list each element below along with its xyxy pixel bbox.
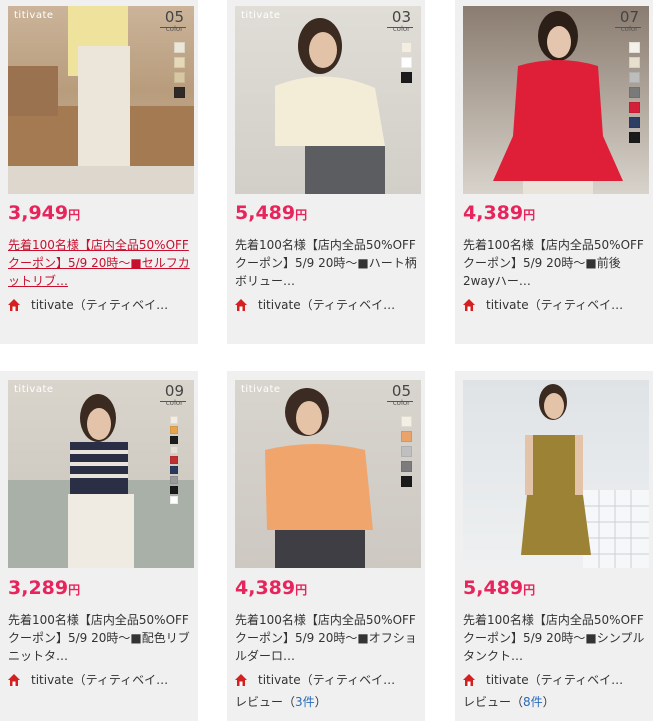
color-count: 05 color bbox=[164, 8, 184, 33]
product-title-link[interactable]: 先着100名様【店内全品50%OFFクーポン】5/9 20時～■ハート柄ボリュー… bbox=[235, 236, 421, 290]
brand-mark: titivate bbox=[14, 10, 54, 21]
product-image[interactable]: titivate 05 color bbox=[8, 6, 194, 194]
shop-name: titivate（ティティベイ… bbox=[31, 298, 169, 312]
home-icon bbox=[463, 298, 475, 311]
review-count[interactable]: 8件 bbox=[523, 695, 543, 709]
product-card[interactable]: 5,489円 先着100名様【店内全品50%OFFクーポン】5/9 20時～■シ… bbox=[455, 371, 653, 721]
price: 5,489円 bbox=[463, 577, 536, 599]
product-image[interactable]: 07 color bbox=[463, 6, 649, 194]
divider bbox=[615, 27, 641, 28]
divider bbox=[160, 27, 186, 28]
home-icon bbox=[235, 298, 247, 311]
price: 3,949円 bbox=[8, 202, 81, 224]
home-icon bbox=[8, 298, 20, 311]
brand-mark: titivate bbox=[14, 384, 54, 395]
swatch bbox=[629, 117, 640, 128]
color-count: 03 color bbox=[391, 8, 411, 33]
price: 5,489円 bbox=[235, 202, 308, 224]
swatch bbox=[629, 57, 640, 68]
model-figure bbox=[265, 388, 373, 568]
swatch bbox=[170, 476, 178, 484]
swatch bbox=[174, 87, 185, 98]
product-title-link[interactable]: 先着100名様【店内全品50%OFFクーポン】5/9 20時～■オフショルダーロ… bbox=[235, 611, 421, 665]
swatch bbox=[629, 72, 640, 83]
shop-link[interactable]: titivate（ティティベイ… bbox=[463, 296, 623, 313]
brand-mark: titivate bbox=[241, 10, 281, 21]
product-card[interactable]: titivate 05 color 3,949円 先着100名様【店内全品50%O… bbox=[0, 0, 198, 344]
product-title-link[interactable]: 先着100名様【店内全品50%OFFクーポン】5/9 20時～■シンプルタンクト… bbox=[463, 611, 649, 665]
product-image[interactable]: titivate 09 color bbox=[8, 380, 194, 568]
shop-link[interactable]: titivate（ティティベイ… bbox=[8, 296, 168, 313]
shop-name: titivate（ティティベイ… bbox=[31, 673, 169, 687]
price: 3,289円 bbox=[8, 577, 81, 599]
model-figure bbox=[275, 18, 385, 194]
swatch bbox=[401, 416, 412, 427]
swatch bbox=[174, 42, 185, 53]
swatch bbox=[170, 416, 178, 424]
swatch bbox=[170, 466, 178, 474]
home-icon bbox=[8, 673, 20, 686]
color-swatches bbox=[401, 416, 412, 491]
shop-name: titivate（ティティベイ… bbox=[258, 298, 396, 312]
swatch bbox=[170, 456, 178, 464]
swatch bbox=[629, 87, 640, 98]
color-swatches bbox=[170, 416, 184, 506]
model-figure bbox=[8, 394, 194, 568]
shop-name: titivate（ティティベイ… bbox=[486, 673, 624, 687]
model-figure bbox=[521, 384, 649, 568]
review-link[interactable]: レビュー（8件） bbox=[463, 693, 555, 710]
color-swatches bbox=[174, 42, 185, 102]
swatch bbox=[174, 72, 185, 83]
shop-name: titivate（ティティベイ… bbox=[486, 298, 624, 312]
model-figure bbox=[493, 11, 623, 194]
swatch bbox=[401, 57, 412, 68]
shop-link[interactable]: titivate（ティティベイ… bbox=[235, 671, 395, 688]
swatch bbox=[170, 496, 178, 504]
product-image[interactable] bbox=[463, 380, 649, 568]
shop-link[interactable]: titivate（ティティベイ… bbox=[8, 671, 168, 688]
divider bbox=[387, 27, 413, 28]
swatch bbox=[170, 446, 178, 454]
home-icon bbox=[235, 673, 247, 686]
swatch bbox=[629, 102, 640, 113]
swatch bbox=[170, 436, 178, 444]
review-count[interactable]: 3件 bbox=[295, 695, 315, 709]
shop-link[interactable]: titivate（ティティベイ… bbox=[235, 296, 395, 313]
brand-mark: titivate bbox=[241, 384, 281, 395]
shop-name: titivate（ティティベイ… bbox=[258, 673, 396, 687]
color-count: 09 color bbox=[164, 382, 184, 407]
swatch bbox=[629, 132, 640, 143]
model-figure bbox=[8, 6, 194, 194]
swatch bbox=[401, 476, 412, 487]
divider bbox=[160, 401, 186, 402]
price: 4,389円 bbox=[235, 577, 308, 599]
swatch bbox=[170, 426, 178, 434]
color-swatches bbox=[629, 42, 640, 147]
price: 4,389円 bbox=[463, 202, 536, 224]
swatch bbox=[401, 446, 412, 457]
color-count: 05 color bbox=[391, 382, 411, 407]
review-link[interactable]: レビュー（3件） bbox=[235, 693, 327, 710]
product-image[interactable]: titivate 05 color bbox=[235, 380, 421, 568]
color-count: 07 color bbox=[619, 8, 639, 33]
swatch bbox=[401, 42, 412, 53]
swatch bbox=[401, 461, 412, 472]
product-image[interactable]: titivate 03 color bbox=[235, 6, 421, 194]
product-title-link[interactable]: 先着100名様【店内全品50%OFFクーポン】5/9 20時～■前後2wayハー… bbox=[463, 236, 649, 290]
swatch bbox=[401, 72, 412, 83]
home-icon bbox=[463, 673, 475, 686]
product-title-link[interactable]: 先着100名様【店内全品50%OFFクーポン】5/9 20時～■セルフカットリブ… bbox=[8, 236, 194, 290]
swatch bbox=[401, 431, 412, 442]
product-card[interactable]: titivate 05 color 4,389円 先着100名様【店内全品50%O… bbox=[227, 371, 425, 721]
product-card[interactable]: titivate 03 color 5,489円 先着100名様【店内全品50%O… bbox=[227, 0, 425, 344]
swatch bbox=[174, 57, 185, 68]
product-title-link[interactable]: 先着100名様【店内全品50%OFFクーポン】5/9 20時～■配色リブニットタ… bbox=[8, 611, 194, 665]
product-card[interactable]: 07 color 4,389円 先着100名様【店内全品50%OFFクーポン】5/… bbox=[455, 0, 653, 344]
color-swatches bbox=[401, 42, 412, 87]
swatch bbox=[629, 42, 640, 53]
product-card[interactable]: titivate 09 color 3,289円 先着100名様【店内全品50%O… bbox=[0, 371, 198, 721]
swatch bbox=[170, 486, 178, 494]
shop-link[interactable]: titivate（ティティベイ… bbox=[463, 671, 623, 688]
divider bbox=[387, 401, 413, 402]
